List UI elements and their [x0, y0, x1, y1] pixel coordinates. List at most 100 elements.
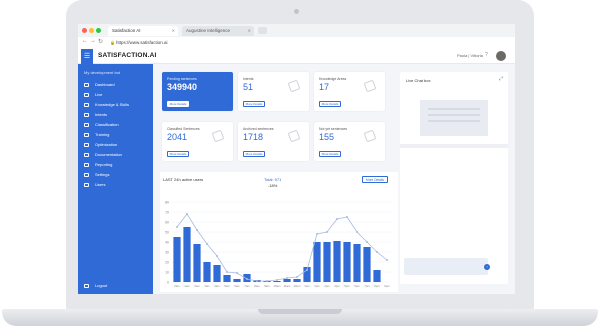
chat-input[interactable] [404, 258, 488, 275]
send-icon[interactable]: › [484, 264, 490, 270]
reload-icon[interactable]: ↻ [98, 38, 103, 45]
chart-point[interactable] [206, 243, 208, 245]
more-details-button[interactable]: More Details [167, 151, 189, 157]
close-tab-icon[interactable]: ✕ [172, 28, 175, 33]
chart-point[interactable] [186, 213, 188, 215]
x-tick-label: 6am [234, 284, 240, 288]
chart-point[interactable] [306, 269, 308, 271]
sidebar-title: My development bot [84, 70, 121, 75]
chart-bar[interactable] [283, 279, 291, 282]
card-not-yet-sentences: Not yet sentences 155 More Details [314, 122, 385, 161]
chart-bar[interactable] [183, 227, 191, 282]
chart-bar[interactable] [323, 242, 331, 282]
chart-bar[interactable] [293, 279, 301, 282]
sidebar-item-intents[interactable]: Intents [84, 112, 107, 119]
x-tick-label: 5pm [344, 284, 350, 288]
sidebar-item-training[interactable]: Training [84, 132, 109, 139]
chart-bar[interactable] [173, 237, 181, 282]
chart-point[interactable] [276, 279, 278, 281]
more-details-button[interactable]: More Details [319, 151, 341, 157]
chart-point[interactable] [296, 276, 298, 278]
chart-bar[interactable] [233, 279, 241, 282]
menu-icon[interactable]: ☰ [81, 49, 93, 64]
logout-icon [84, 283, 89, 288]
chart-point[interactable] [286, 277, 288, 279]
close-tab-icon[interactable]: ✕ [248, 28, 251, 33]
chart-point[interactable] [176, 226, 178, 228]
close-window-icon[interactable] [82, 28, 87, 33]
card-classified-sentences: Classified Sentences 2041 More Details [162, 122, 233, 161]
chart-point[interactable] [386, 259, 388, 261]
chart-point[interactable] [256, 280, 258, 282]
logout-button[interactable]: Logout [84, 283, 107, 288]
chart-point[interactable] [246, 278, 248, 280]
tab-label: Satisfaction AI [112, 28, 141, 33]
more-details-button[interactable]: More Details [319, 101, 341, 107]
help-icon[interactable]: ? [485, 52, 488, 58]
more-details-button[interactable]: More Details [167, 101, 189, 107]
chart-point[interactable] [366, 241, 368, 243]
expand-icon[interactable]: ⤢ [499, 76, 503, 82]
chart-bar[interactable] [343, 242, 351, 282]
x-tick-label: 7am [244, 284, 250, 288]
minimize-window-icon[interactable] [89, 28, 94, 33]
chart-bar[interactable] [223, 275, 231, 282]
document-icon [211, 129, 225, 143]
user-name[interactable]: Paola | Vittoria [457, 53, 483, 58]
card-value: 51 [243, 82, 254, 92]
chart-point[interactable] [356, 231, 358, 233]
chart-point[interactable] [316, 233, 318, 235]
placeholder-line [428, 120, 480, 122]
sidebar-item-dashboard[interactable]: Dashboard [84, 82, 115, 89]
tab-augustine[interactable]: Augustine Intelligence ✕ [182, 26, 254, 36]
sidebar-item-classification[interactable]: Classification [84, 122, 119, 129]
chart-bar[interactable] [353, 244, 361, 282]
new-tab-button[interactable] [258, 27, 267, 34]
sidebar-item-label: Optimization [95, 142, 118, 147]
chart-point[interactable] [226, 271, 228, 273]
chart-bar[interactable] [213, 265, 221, 282]
sidebar-item-label: Classification [95, 122, 119, 127]
chart-bar[interactable] [203, 262, 211, 282]
sidebar-item-live[interactable]: Live [84, 92, 102, 99]
url-field[interactable]: https://www.satisfaction.ai [116, 39, 168, 47]
chart-bar[interactable] [333, 241, 341, 282]
chart-point[interactable] [236, 272, 238, 274]
more-details-button[interactable]: More Details [243, 101, 265, 107]
tab-satisfaction[interactable]: Satisfaction AI ✕ [108, 26, 178, 36]
brand-logo[interactable]: SATISFACTION.AI [98, 52, 157, 59]
chart-point[interactable] [336, 218, 338, 220]
chart-bar[interactable] [273, 281, 281, 282]
intents-icon [287, 79, 301, 93]
chart-point[interactable] [196, 229, 198, 231]
sidebar-item-documentation[interactable]: Documentation [84, 152, 122, 159]
back-icon[interactable]: ← [82, 38, 88, 44]
sidebar-item-knowledge[interactable]: Knowledge & Skills [84, 102, 129, 109]
chart-bar[interactable] [193, 244, 201, 282]
dashboard-icon [84, 82, 89, 87]
tab-label: Augustine Intelligence [186, 28, 231, 33]
live-chat-title: Live Chat box [406, 78, 431, 83]
chart-bar[interactable] [373, 270, 381, 282]
more-details-button[interactable]: More Details [243, 151, 265, 157]
sidebar-item-label: Documentation [95, 152, 122, 157]
card-intents: Intents 51 More Details [238, 72, 309, 111]
chart-point[interactable] [266, 280, 268, 282]
reporting-icon [84, 162, 89, 167]
chart-bar[interactable] [313, 242, 321, 282]
chart-point[interactable] [326, 231, 328, 233]
sidebar-item-reporting[interactable]: Reporting [84, 162, 112, 169]
sidebar-item-optimization[interactable]: Optimization [84, 142, 117, 149]
chart-bar[interactable] [363, 247, 371, 282]
x-tick-label: 7pm [364, 284, 370, 288]
avatar[interactable] [496, 51, 506, 61]
sidebar-item-label: Dashboard [95, 82, 115, 87]
chart-point[interactable] [216, 255, 218, 257]
chart-point[interactable] [346, 216, 348, 218]
sidebar-item-settings[interactable]: Settings [84, 172, 109, 179]
sidebar-item-users[interactable]: Users [84, 182, 105, 189]
forward-icon[interactable]: → [90, 38, 96, 44]
maximize-window-icon[interactable] [96, 28, 101, 33]
chart-point[interactable] [376, 251, 378, 253]
active-users-chart-panel: LAST 24h active users Total: 971 -18% Mo… [160, 172, 398, 292]
